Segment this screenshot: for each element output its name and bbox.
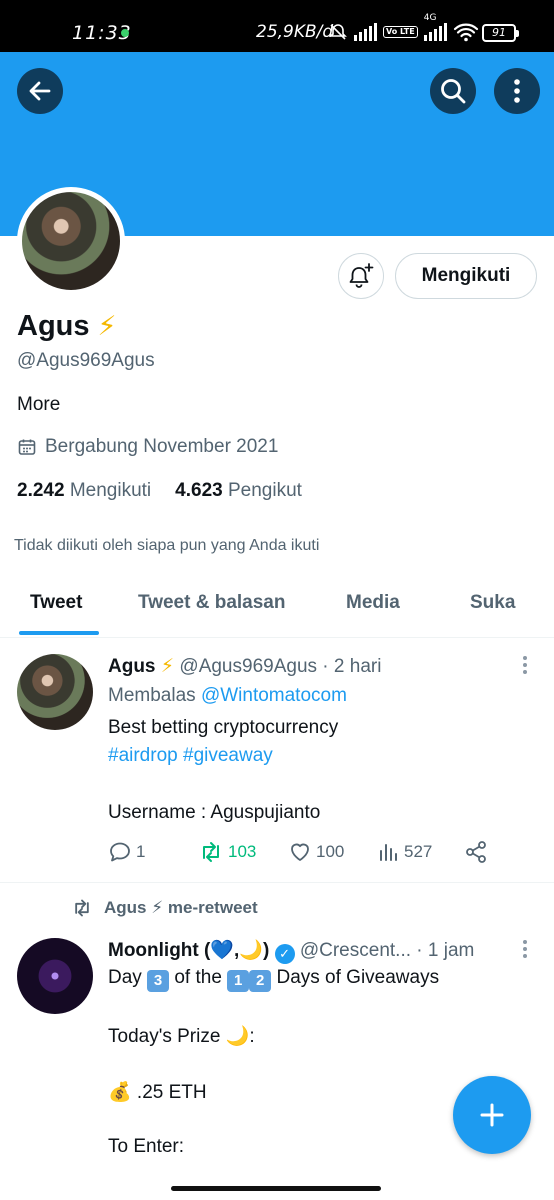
search-icon bbox=[441, 79, 466, 104]
reply-prefix: Membalas bbox=[108, 685, 196, 706]
tweet-text-line: Username : Aguspujianto bbox=[108, 802, 321, 823]
followers-stat[interactable]: 4.623 Pengikut bbox=[175, 480, 302, 502]
tweet-time: · 2 hari bbox=[322, 656, 382, 677]
notification-dot bbox=[121, 29, 129, 37]
mute-icon bbox=[329, 24, 347, 40]
keycap-emoji: 1 bbox=[227, 970, 250, 992]
not-followed-notice: Tidak diikuti oleh siapa pun yang Anda i… bbox=[14, 537, 320, 554]
tweet-text-line: 💰 .25 ETH bbox=[108, 1082, 207, 1103]
tweet-header: Moonlight (💙,🌙) ✓ @Crescent... · 1 jam bbox=[108, 938, 474, 964]
signal-4g-icon: 4G bbox=[423, 13, 447, 41]
heart-icon bbox=[291, 843, 309, 861]
more-vertical-icon bbox=[514, 79, 520, 103]
followers-label: Pengikut bbox=[227, 480, 302, 501]
tweet-text-part: Day bbox=[108, 967, 142, 988]
notifications-button[interactable] bbox=[338, 253, 384, 299]
active-tab-indicator bbox=[19, 631, 99, 635]
more-options-button[interactable] bbox=[494, 68, 540, 114]
reply-to-link[interactable]: @Wintomatocom bbox=[201, 685, 347, 706]
share-button[interactable] bbox=[464, 840, 488, 864]
retweet-count: 103 bbox=[228, 842, 257, 861]
hashtag-link[interactable]: #giveaway bbox=[183, 745, 273, 766]
views-count: 527 bbox=[404, 842, 433, 861]
network-speed: 25,9KB/d bbox=[256, 22, 334, 42]
followers-count: 4.623 bbox=[175, 480, 223, 501]
wifi-icon bbox=[453, 23, 478, 42]
status-bar: 11:33 25,9KB/d Vo LTE 4G 91 bbox=[0, 0, 554, 52]
signal-icon bbox=[354, 23, 377, 41]
tweet-text-part: of the bbox=[174, 967, 222, 988]
profile-avatar[interactable] bbox=[17, 187, 125, 295]
reply-count: 1 bbox=[136, 842, 146, 861]
retweet-notice[interactable]: Agus ⚡ me-retweet bbox=[70, 898, 258, 918]
tweet-text-line: Day 3 of the 12 Days of Giveaways bbox=[108, 967, 439, 992]
retweet-notice-text: Agus ⚡ me-retweet bbox=[104, 898, 258, 917]
compose-tweet-button[interactable] bbox=[453, 1076, 531, 1154]
tab-tweet[interactable]: Tweet bbox=[30, 592, 82, 614]
tweet-divider bbox=[0, 882, 554, 883]
verified-badge-icon: ✓ bbox=[274, 944, 295, 964]
tab-media[interactable]: Media bbox=[346, 592, 400, 614]
share-icon bbox=[466, 841, 486, 863]
volte-badge: Vo LTE bbox=[383, 26, 418, 38]
tweet-time: · 1 jam bbox=[416, 940, 475, 961]
tweet-actions: 1 103 100 527 bbox=[108, 840, 528, 868]
tweet-author-name[interactable]: Moonlight (💙,🌙) bbox=[108, 940, 269, 961]
tweet-more-icon[interactable] bbox=[522, 940, 528, 958]
status-icons: Vo LTE 4G bbox=[328, 13, 479, 42]
views-chart-icon bbox=[380, 844, 397, 861]
views-button[interactable]: 527 bbox=[378, 840, 432, 864]
retweet-icon bbox=[75, 899, 89, 917]
tweet-author-handle[interactable]: @Crescent... bbox=[300, 940, 411, 961]
following-stat[interactable]: 2.242 Mengikuti bbox=[17, 480, 151, 502]
lightning-emoji: ⚡ bbox=[97, 311, 117, 341]
reply-button[interactable]: 1 bbox=[108, 840, 145, 864]
profile-handle: @Agus969Agus bbox=[17, 350, 155, 371]
joined-text: Bergabung November 2021 bbox=[45, 436, 279, 457]
tab-tweet-replies[interactable]: Tweet & balasan bbox=[138, 592, 285, 614]
search-button[interactable] bbox=[430, 68, 476, 114]
profile-bio: More bbox=[17, 394, 61, 415]
tweet-text-line: Today's Prize 🌙: bbox=[108, 1026, 255, 1047]
profile-display-name: Agus bbox=[17, 310, 90, 342]
tweet-more-icon[interactable] bbox=[522, 656, 528, 674]
retweet-button[interactable]: 103 bbox=[198, 840, 256, 864]
following-count: 2.242 bbox=[17, 480, 65, 501]
home-indicator[interactable] bbox=[171, 1186, 381, 1191]
tweet-text-line: Best betting cryptocurrency bbox=[108, 717, 339, 738]
reply-context: Membalas @Wintomatocom bbox=[108, 685, 347, 707]
tweet-avatar[interactable] bbox=[17, 654, 93, 730]
hashtag-link[interactable]: #airdrop bbox=[108, 745, 178, 766]
plus-icon bbox=[480, 1103, 504, 1127]
retweet-icon bbox=[203, 842, 219, 862]
like-count: 100 bbox=[316, 842, 345, 861]
back-arrow-icon bbox=[29, 81, 51, 101]
profile-name: Agus ⚡ bbox=[17, 310, 116, 343]
like-button[interactable]: 100 bbox=[288, 840, 344, 864]
keycap-emoji: 2 bbox=[249, 970, 272, 992]
calendar-icon bbox=[18, 439, 36, 455]
network-type: 4G bbox=[423, 13, 437, 23]
tweet-avatar[interactable] bbox=[17, 938, 93, 1014]
tweet-hashtags: #airdrop #giveaway bbox=[108, 745, 273, 767]
tweet-text-line: To Enter: bbox=[108, 1136, 185, 1157]
battery-icon: 91 bbox=[482, 24, 519, 42]
profile-joined: Bergabung November 2021 bbox=[17, 436, 278, 458]
tweet-header: Agus ⚡ @Agus969Agus · 2 hari bbox=[108, 655, 381, 678]
tweet-author-name[interactable]: Agus bbox=[108, 656, 156, 677]
following-label: Mengikuti bbox=[69, 480, 152, 501]
profile-tabs: Tweet Tweet & balasan Media Suka bbox=[0, 572, 554, 638]
following-button[interactable]: Mengikuti bbox=[395, 253, 537, 299]
tweet-text-part: Days of Giveaways bbox=[276, 967, 440, 988]
tweet-author-handle[interactable]: @Agus969Agus bbox=[179, 656, 317, 677]
reply-icon bbox=[110, 842, 130, 862]
bell-plus-icon bbox=[349, 263, 374, 288]
back-button[interactable] bbox=[17, 68, 63, 114]
keycap-emoji: 3 bbox=[147, 970, 170, 992]
lightning-emoji: ⚡ bbox=[160, 656, 175, 677]
profile-stats: 2.242 Mengikuti 4.623 Pengikut bbox=[17, 480, 302, 502]
tab-likes[interactable]: Suka bbox=[470, 592, 515, 614]
